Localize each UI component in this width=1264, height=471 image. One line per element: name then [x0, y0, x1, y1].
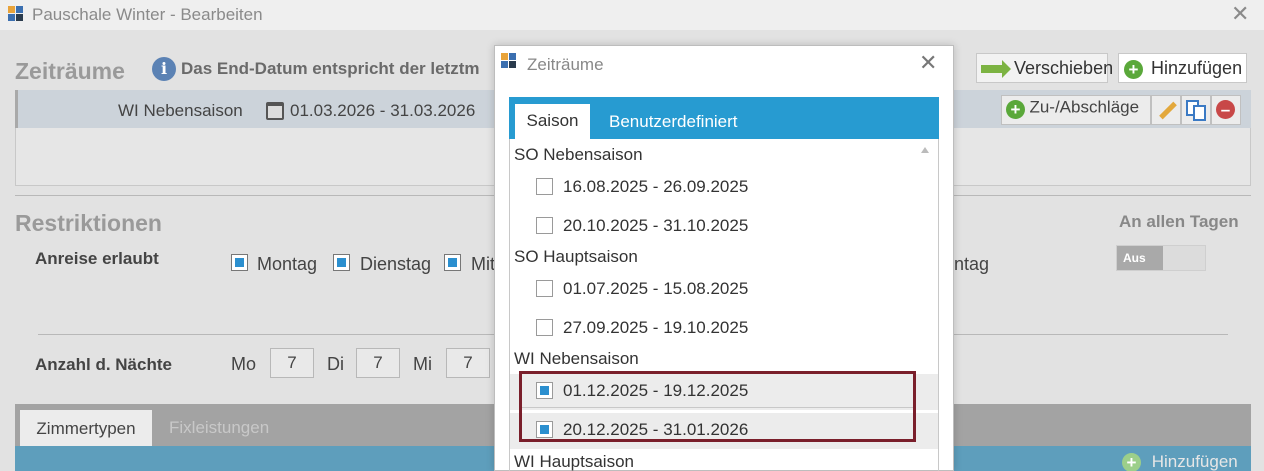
- arrow-right-icon: [981, 60, 1011, 79]
- dialog-close-icon[interactable]: ✕: [919, 52, 937, 74]
- tab-saison[interactable]: Saison: [515, 104, 590, 140]
- copy-button[interactable]: [1181, 95, 1211, 125]
- bottom-add-label: Hinzufügen: [1151, 452, 1238, 471]
- nights-input-mo[interactable]: 7: [270, 348, 314, 378]
- scroll-up-icon[interactable]: [921, 147, 929, 153]
- minus-icon: –: [1216, 100, 1235, 119]
- item-label: 01.07.2025 - 15.08.2025: [563, 279, 749, 298]
- plus-icon: +: [1122, 453, 1141, 471]
- checkbox-mittwoch[interactable]: [444, 254, 461, 271]
- restriktionen-heading: Restriktionen: [15, 210, 162, 236]
- toggle-state-label: Aus: [1117, 246, 1163, 270]
- list-item[interactable]: 20.10.2025 - 31.10.2025: [510, 209, 938, 245]
- bottom-add-button[interactable]: + Hinzufügen: [1122, 452, 1238, 471]
- item-label: 16.08.2025 - 26.09.2025: [563, 177, 749, 196]
- delete-button[interactable]: –: [1211, 95, 1241, 125]
- day-label-sonntag: ntag: [954, 254, 990, 274]
- tab-zimmertypen[interactable]: Zimmertypen: [20, 410, 152, 446]
- item-checkbox[interactable]: [536, 280, 553, 297]
- all-days-toggle[interactable]: Aus: [1116, 245, 1206, 271]
- nights-input-mi[interactable]: 7: [446, 348, 490, 378]
- window-close-icon[interactable]: ✕: [1231, 3, 1249, 25]
- calendar-icon: [266, 102, 284, 120]
- tab-benutzerdefiniert[interactable]: Benutzerdefiniert: [609, 112, 738, 132]
- app-logo-icon: [501, 53, 517, 69]
- copy-icon-back: [1193, 105, 1206, 121]
- naechte-label: Anzahl d. Nächte: [35, 355, 172, 374]
- tab-fixleistungen[interactable]: Fixleistungen: [169, 418, 269, 438]
- item-checkbox[interactable]: [536, 319, 553, 336]
- list-item[interactable]: 16.08.2025 - 26.09.2025: [510, 170, 938, 206]
- add-period-label: Hinzufügen: [1151, 58, 1243, 78]
- list-item[interactable]: 01.07.2025 - 15.08.2025: [510, 272, 938, 308]
- item-label: 20.12.2025 - 31.01.2026: [563, 420, 749, 439]
- group-header: SO Hauptsaison: [514, 247, 638, 266]
- item-checkbox[interactable]: [536, 217, 553, 234]
- item-checkbox[interactable]: [536, 178, 553, 195]
- period-dates: 01.03.2026 - 31.03.2026: [290, 101, 476, 120]
- zu-abschlaege-button[interactable]: + Zu-/Abschläge: [1001, 95, 1151, 125]
- checkbox-montag[interactable]: [231, 254, 248, 271]
- item-label: 27.09.2025 - 19.10.2025: [563, 318, 749, 337]
- dialog-title: Zeiträume: [527, 55, 604, 74]
- group-header: WI Nebensaison: [514, 349, 639, 368]
- list-item[interactable]: 27.09.2025 - 19.10.2025: [510, 311, 938, 347]
- zeitraeume-heading: Zeiträume: [15, 58, 125, 84]
- add-period-button[interactable]: + Hinzufügen: [1118, 53, 1247, 83]
- item-label: 20.10.2025 - 31.10.2025: [563, 216, 749, 235]
- all-days-label: An allen Tagen: [1119, 212, 1239, 231]
- day-label-montag: Montag: [257, 254, 318, 274]
- day-label-dienstag: Dienstag: [360, 254, 432, 274]
- zu-abschlaege-label: Zu-/Abschläge: [1029, 97, 1140, 117]
- verschieben-button[interactable]: Verschieben: [976, 53, 1113, 83]
- verschieben-label: Verschieben: [1014, 58, 1114, 78]
- info-text: Das End-Datum entspricht der letztm: [181, 59, 480, 78]
- app-logo-icon: [8, 6, 24, 22]
- nights-input-di[interactable]: 7: [356, 348, 400, 378]
- nights-day-di: Di: [327, 354, 344, 374]
- group-header: WI Hauptsaison: [514, 452, 634, 471]
- dialog-tabbar: Saison Benutzerdefiniert: [509, 97, 939, 140]
- day-label-mittwoch: Mit: [471, 254, 495, 274]
- group-header: SO Nebensaison: [514, 145, 643, 164]
- window-title: Pauschale Winter - Bearbeiten: [32, 5, 263, 24]
- plus-icon: +: [1006, 100, 1025, 119]
- list-item[interactable]: 20.12.2025 - 31.01.2026: [510, 413, 938, 449]
- item-checkbox[interactable]: [536, 382, 553, 399]
- highlight-separator: [522, 407, 913, 408]
- item-checkbox[interactable]: [536, 421, 553, 438]
- saison-list[interactable]: SO Nebensaison 16.08.2025 - 26.09.2025 2…: [509, 139, 939, 471]
- info-icon: i: [152, 57, 176, 81]
- pencil-icon: [1159, 101, 1177, 120]
- plus-icon: +: [1124, 59, 1143, 79]
- item-label: 01.12.2025 - 19.12.2025: [563, 381, 749, 400]
- nights-day-mi: Mi: [413, 354, 432, 374]
- edit-button[interactable]: [1151, 95, 1181, 125]
- checkbox-dienstag[interactable]: [333, 254, 350, 271]
- window-titlebar: Pauschale Winter - Bearbeiten ✕: [0, 0, 1264, 30]
- period-name: WI Nebensaison: [118, 101, 243, 120]
- anreise-label: Anreise erlaubt: [35, 249, 159, 268]
- nights-day-mo: Mo: [231, 354, 257, 374]
- list-item[interactable]: 01.12.2025 - 19.12.2025: [510, 374, 938, 410]
